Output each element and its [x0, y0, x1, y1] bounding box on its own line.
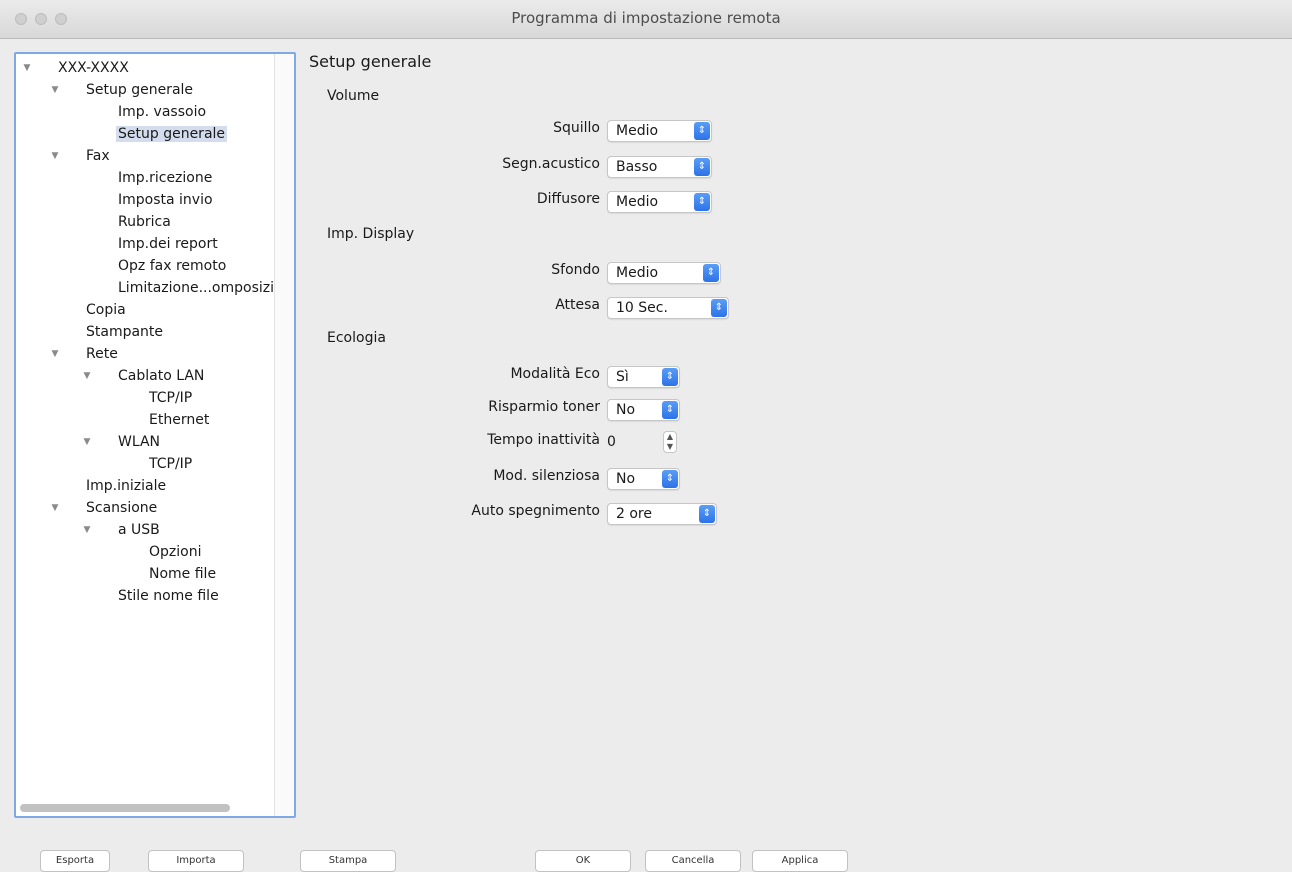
modalita-eco-popup[interactable]: Sì ⇕	[607, 366, 680, 388]
mod-silenziosa-label: Mod. silenziosa	[493, 468, 600, 484]
disclosure-triangle-icon[interactable]: ▼	[48, 146, 62, 166]
squillo-label: Squillo	[553, 120, 600, 136]
tree-item-lan-tcp-ip[interactable]: TCP/IP	[149, 388, 192, 408]
section-title: Setup generale	[309, 52, 432, 71]
disclosure-triangle-icon[interactable]: ▼	[48, 498, 62, 518]
disclosure-triangle-icon[interactable]: ▼	[80, 366, 94, 386]
chevron-updown-icon: ⇕	[699, 505, 715, 523]
ok-button[interactable]: OK	[535, 850, 631, 872]
importa-button[interactable]: Importa	[148, 850, 244, 872]
chevron-updown-icon: ⇕	[694, 158, 710, 176]
chevron-updown-icon: ⇕	[662, 470, 678, 488]
diffusore-label: Diffusore	[536, 191, 600, 207]
chevron-updown-icon: ⇕	[703, 264, 719, 282]
chevron-updown-icon: ⇕	[694, 193, 710, 211]
tree-item-a-usb[interactable]: ▼ a USB	[84, 520, 160, 540]
tree-item-setup-generale[interactable]: ▼ Setup generale	[52, 80, 194, 100]
tree-item-copia[interactable]: Copia	[86, 300, 126, 320]
vertical-scrollbar[interactable]	[274, 54, 294, 816]
tree-item-fax[interactable]: ▼ Fax	[52, 146, 110, 166]
risparmio-toner-label: Risparmio toner	[488, 399, 600, 415]
tree-content: ▼ XXX-XXXX ▼ Setup generale Imp. vassoio S…	[16, 54, 274, 816]
tree-item-device[interactable]: ▼ XXX-XXXX	[24, 58, 129, 78]
tree-item-ethernet[interactable]: Ethernet	[149, 410, 209, 430]
applica-button[interactable]: Applica	[752, 850, 848, 872]
squillo-popup[interactable]: Medio ⇕	[607, 120, 712, 142]
chevron-updown-icon: ⇕	[694, 122, 710, 140]
tree-item-setup-generale-selected[interactable]: Setup generale	[116, 124, 228, 144]
auto-spegnimento-label: Auto spegnimento	[471, 503, 600, 519]
tempo-inattivita-field[interactable]: 0	[605, 431, 655, 453]
group-title-ecologia: Ecologia	[327, 330, 386, 346]
title-bar: Programma di impostazione remota	[0, 0, 1292, 39]
tempo-inattivita-stepper[interactable]: ▲ ▼	[663, 431, 677, 453]
tree-item-rubrica[interactable]: Rubrica	[118, 212, 171, 232]
tree-item-opz-fax-remoto[interactable]: Opz fax remoto	[118, 256, 226, 276]
chevron-updown-icon: ⇕	[662, 401, 678, 419]
attesa-popup[interactable]: 10 Sec. ⇕	[607, 297, 729, 319]
tree-item-imp-iniziale[interactable]: Imp.iniziale	[86, 476, 166, 496]
mod-silenziosa-popup[interactable]: No ⇕	[607, 468, 680, 490]
tree-item-imp-ricezione[interactable]: Imp.ricezione	[118, 168, 212, 188]
tempo-inattivita-label: Tempo inattività	[487, 432, 600, 448]
chevron-updown-icon: ⇕	[711, 299, 727, 317]
segn-acustico-popup[interactable]: Basso ⇕	[607, 156, 712, 178]
sfondo-label: Sfondo	[551, 262, 600, 278]
tree-item-nome-file[interactable]: Nome file	[149, 564, 216, 584]
group-title-volume: Volume	[327, 88, 380, 104]
tree-item-stile-nome-file[interactable]: Stile nome file	[118, 586, 219, 606]
horizontal-scrollbar[interactable]	[20, 804, 230, 812]
tree-item-opzioni[interactable]: Opzioni	[149, 542, 201, 562]
group-title-display: Imp. Display	[327, 226, 415, 242]
tree-item-scansione[interactable]: ▼ Scansione	[52, 498, 158, 518]
segn-acustico-label: Segn.acustico	[502, 156, 600, 172]
tree-item-imposta-invio[interactable]: Imposta invio	[118, 190, 213, 210]
disclosure-triangle-icon[interactable]: ▼	[20, 58, 34, 78]
disclosure-triangle-icon[interactable]: ▼	[80, 520, 94, 540]
attesa-label: Attesa	[555, 297, 600, 313]
chevron-updown-icon: ⇕	[662, 368, 678, 386]
cancella-button[interactable]: Cancella	[645, 850, 741, 872]
auto-spegnimento-popup[interactable]: 2 ore ⇕	[607, 503, 717, 525]
tree-item-imp-vassoio[interactable]: Imp. vassoio	[118, 102, 206, 122]
modalita-eco-label: Modalità Eco	[510, 366, 600, 382]
tree-item-wlan-tcp-ip[interactable]: TCP/IP	[149, 454, 192, 474]
disclosure-triangle-icon[interactable]: ▼	[48, 344, 62, 364]
sfondo-popup[interactable]: Medio ⇕	[607, 262, 721, 284]
tree-item-rete[interactable]: ▼ Rete	[52, 344, 118, 364]
stampa-button[interactable]: Stampa	[300, 850, 396, 872]
esporta-button[interactable]: Esporta	[40, 850, 110, 872]
tree-item-cablato-lan[interactable]: ▼ Cablato LAN	[84, 366, 205, 386]
tree-item-stampante[interactable]: Stampante	[86, 322, 163, 342]
disclosure-triangle-icon[interactable]: ▼	[48, 80, 62, 100]
window-title: Programma di impostazione remota	[511, 9, 781, 27]
tree-item-limitazione-composizione[interactable]: Limitazione...omposizi	[118, 278, 274, 298]
diffusore-popup[interactable]: Medio ⇕	[607, 191, 712, 213]
tree-item-wlan[interactable]: ▼ WLAN	[84, 432, 160, 452]
tree-item-imp-dei-report[interactable]: Imp.dei report	[118, 234, 218, 254]
risparmio-toner-popup[interactable]: No ⇕	[607, 399, 680, 421]
settings-tree[interactable]: ▼ XXX-XXXX ▼ Setup generale Imp. vassoio S…	[14, 52, 296, 818]
disclosure-triangle-icon[interactable]: ▼	[80, 432, 94, 452]
